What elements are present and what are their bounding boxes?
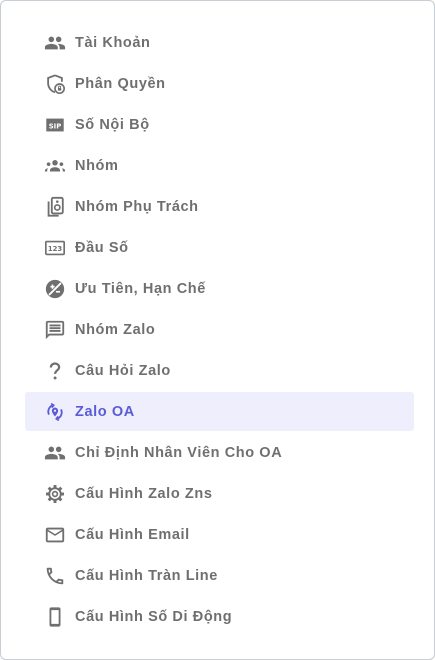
menu-item-cau-hinh-zalo-zns[interactable]: Cấu Hình Zalo Zns [25, 474, 414, 513]
mail-icon [43, 523, 67, 547]
menu-item-so-noi-bo[interactable]: SIP Số Nội Bộ [25, 105, 414, 144]
menu-item-cau-hinh-email[interactable]: Cấu Hình Email [25, 515, 414, 554]
message-icon [43, 318, 67, 342]
svg-text:SIP: SIP [49, 122, 62, 130]
number-123-icon: 123 [43, 236, 67, 260]
phone-icon [43, 564, 67, 588]
speaker-group-icon [43, 195, 67, 219]
menu-item-label: Cấu Hình Email [75, 526, 190, 543]
menu-item-nhom[interactable]: Nhóm [25, 146, 414, 185]
settings-menu-panel: Tài Khoản Phân Quyền SIP Số Nội Bộ Nhóm … [0, 0, 435, 660]
menu-item-dau-so[interactable]: 123 Đầu Số [25, 228, 414, 267]
menu-item-label: Cấu Hình Zalo Zns [75, 485, 213, 502]
menu-item-tai-khoan[interactable]: Tài Khoản [25, 23, 414, 62]
settings-menu: Tài Khoản Phân Quyền SIP Số Nội Bộ Nhóm … [25, 23, 414, 638]
menu-item-label: Nhóm [75, 157, 119, 174]
menu-item-label: Ưu Tiên, Hạn Chế [75, 280, 206, 297]
shield-lock-icon [43, 72, 67, 96]
gear-icon [43, 482, 67, 506]
menu-item-label: Chỉ Định Nhân Viên Cho OA [75, 444, 283, 461]
menu-item-zalo-oa[interactable]: Zalo OA [25, 392, 414, 431]
menu-item-label: Tài Khoản [75, 34, 151, 51]
menu-item-chi-dinh-nhan-vien[interactable]: Chỉ Định Nhân Viên Cho OA [25, 433, 414, 472]
menu-item-phan-quyen[interactable]: Phân Quyền [25, 64, 414, 103]
people-icon [43, 31, 67, 55]
menu-item-nhom-phu-trach[interactable]: Nhóm Phụ Trách [25, 187, 414, 226]
smartphone-icon [43, 605, 67, 629]
menu-item-label: Câu Hỏi Zalo [75, 362, 171, 379]
menu-item-label: Nhóm Zalo [75, 321, 156, 338]
priority-icon [43, 277, 67, 301]
people-icon [43, 441, 67, 465]
menu-item-cau-hoi-zalo[interactable]: Câu Hỏi Zalo [25, 351, 414, 390]
menu-item-label: Số Nội Bộ [75, 116, 150, 133]
menu-item-nhom-zalo[interactable]: Nhóm Zalo [25, 310, 414, 349]
menu-item-label: Đầu Số [75, 239, 129, 256]
groups-icon [43, 154, 67, 178]
menu-item-cau-hinh-tran-line[interactable]: Cấu Hình Tràn Line [25, 556, 414, 595]
menu-item-label: Cấu Hình Tràn Line [75, 567, 218, 584]
sip-icon: SIP [43, 113, 67, 137]
question-mark-icon [43, 359, 67, 383]
sync-location-icon [43, 400, 67, 424]
menu-item-label: Phân Quyền [75, 75, 166, 92]
svg-text:123: 123 [48, 245, 63, 253]
menu-item-label: Nhóm Phụ Trách [75, 198, 199, 215]
menu-item-label: Zalo OA [75, 403, 135, 420]
menu-item-label: Cấu Hình Số Di Động [75, 608, 233, 625]
menu-item-cau-hinh-so-di-dong[interactable]: Cấu Hình Số Di Động [25, 597, 414, 636]
menu-item-uu-tien-han-che[interactable]: Ưu Tiên, Hạn Chế [25, 269, 414, 308]
